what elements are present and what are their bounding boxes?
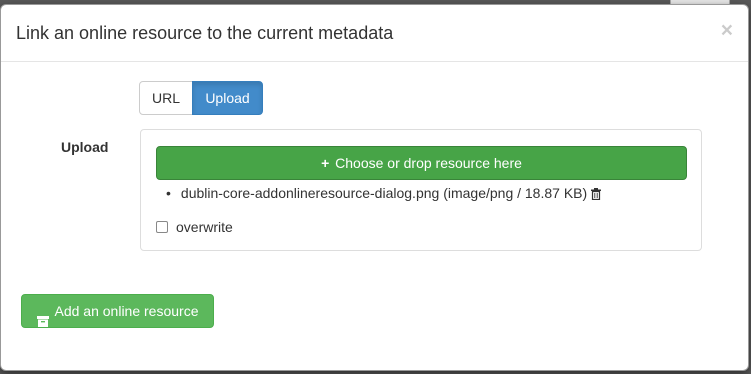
close-icon[interactable]: × <box>721 20 733 41</box>
plus-icon: + <box>321 155 330 171</box>
choose-resource-button[interactable]: + Choose or drop resource here <box>156 146 687 180</box>
dialog-title: Link an online resource to the current m… <box>16 23 394 43</box>
mode-toggle: URL Upload <box>139 81 263 115</box>
url-mode-button[interactable]: URL <box>139 81 193 115</box>
add-online-resource-label: Add an online resource <box>54 303 199 319</box>
choose-resource-label: Choose or drop resource here <box>335 155 522 171</box>
upload-label: Upload <box>61 139 109 155</box>
archive-icon <box>36 306 49 327</box>
list-item: • dublin-core-addonlineresource-dialog.p… <box>166 185 602 201</box>
overwrite-row: overwrite <box>156 219 233 235</box>
bullet-icon: • <box>166 185 171 201</box>
overwrite-checkbox[interactable] <box>156 221 168 233</box>
file-list: • dublin-core-addonlineresource-dialog.p… <box>166 185 602 201</box>
overwrite-label: overwrite <box>176 219 233 235</box>
file-info: dublin-core-addonlineresource-dialog.png… <box>180 185 588 201</box>
upload-mode-button[interactable]: Upload <box>192 81 263 115</box>
link-resource-dialog: Link an online resource to the current m… <box>0 4 749 371</box>
dialog-header: Link an online resource to the current m… <box>1 5 748 62</box>
upload-panel: + Choose or drop resource here • dublin-… <box>140 129 702 251</box>
trash-icon[interactable] <box>591 187 602 201</box>
add-online-resource-button[interactable]: Add an online resource <box>21 294 214 328</box>
